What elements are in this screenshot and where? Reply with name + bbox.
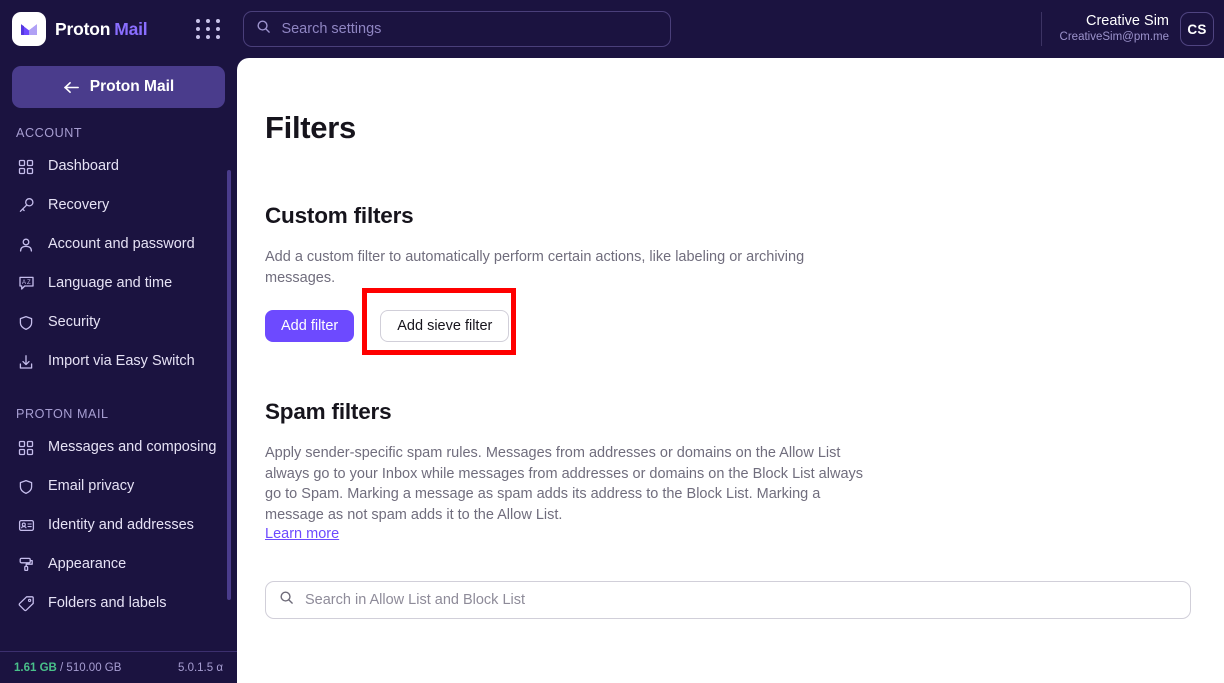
settings-search-box[interactable] xyxy=(243,11,672,47)
sidebar-item-label: Account and password xyxy=(48,236,195,253)
user-email-address: CreativeSim@pm.me xyxy=(1059,31,1169,43)
custom-filters-title: Custom filters xyxy=(265,203,414,228)
shield-icon xyxy=(16,477,36,497)
app-version-label: 5.0.1.5 α xyxy=(177,661,223,674)
custom-filters-section: Custom filters Add a custom filter to au… xyxy=(265,203,1196,355)
key-icon xyxy=(16,196,36,216)
sidebar-item-label: Recovery xyxy=(48,197,110,214)
sidebar-item-account-and-password[interactable]: Account and password xyxy=(0,225,237,264)
learn-more-link[interactable]: Learn more xyxy=(265,526,339,542)
app-grid-icon[interactable] xyxy=(196,19,222,39)
sidebar-item-label: Folders and labels xyxy=(48,595,167,612)
search-icon xyxy=(279,590,294,610)
user-display-name: Creative Sim xyxy=(1086,13,1169,29)
avatar[interactable]: CS xyxy=(1180,12,1214,46)
sidebar-item-recovery[interactable]: Recovery xyxy=(0,186,237,225)
spam-filters-section: Spam filters Apply sender-specific spam … xyxy=(265,399,1196,619)
storage-indicator[interactable]: 1.61 GB / 510.00 GB xyxy=(14,662,121,674)
storage-total-value: / 510.00 GB xyxy=(60,661,122,674)
sidebar-item-language-and-time[interactable]: A Z Language and time xyxy=(0,264,237,303)
sidebar-item-label: Messages and composing xyxy=(48,439,217,456)
proton-mail-envelope-logo xyxy=(12,12,46,46)
add-sieve-filter-button[interactable]: Add sieve filter xyxy=(380,310,510,342)
search-settings-input[interactable] xyxy=(281,21,659,37)
tag-icon xyxy=(16,594,36,614)
allow-block-list-search-box[interactable] xyxy=(265,581,1191,619)
search-icon xyxy=(256,19,271,39)
arrow-left-icon xyxy=(63,80,80,95)
translate-bubble-icon: A Z xyxy=(16,274,36,294)
paint-roller-icon xyxy=(16,555,36,575)
sidebar-item-dashboard[interactable]: Dashboard xyxy=(0,147,237,186)
spam-filters-description: Apply sender-specific spam rules. Messag… xyxy=(265,445,864,523)
person-icon xyxy=(16,235,36,255)
shield-icon xyxy=(16,313,36,333)
sidebar-item-label: Dashboard xyxy=(48,158,119,175)
sidebar-item-messages-and-composing[interactable]: Messages and composing xyxy=(0,428,237,467)
brand-name-mail: Mail xyxy=(114,18,148,39)
sidebar-item-import-via-easy-switch[interactable]: Import via Easy Switch xyxy=(0,342,237,381)
allow-block-list-search-input[interactable] xyxy=(305,592,1177,608)
sidebar-group-title-account: ACCOUNT xyxy=(16,126,83,140)
sidebar-item-folders-and-labels[interactable]: Folders and labels xyxy=(0,584,237,623)
sidebar-footer: 1.61 GB / 510.00 GB 5.0.1.5 α xyxy=(0,651,237,683)
sidebar-item-label: Appearance xyxy=(48,556,127,573)
sidebar-item-label: Security xyxy=(48,314,101,331)
header-divider xyxy=(1040,12,1042,46)
storage-used-value: 1.61 GB xyxy=(14,661,57,674)
sidebar-item-identity-and-addresses[interactable]: Identity and addresses xyxy=(0,506,237,545)
page-title: Filters xyxy=(265,110,356,145)
sidebar-item-email-privacy[interactable]: Email privacy xyxy=(0,467,237,506)
sidebar-item-security[interactable]: Security xyxy=(0,303,237,342)
grid-squares-icon xyxy=(16,438,36,458)
grid-squares-icon xyxy=(16,157,36,177)
sidebar-item-label: Email privacy xyxy=(48,478,135,495)
user-account-area[interactable]: Creative Sim CreativeSim@pm.me CS xyxy=(1040,0,1214,58)
brand-name-proton: Proton xyxy=(55,18,111,39)
proton-settings-window: ProtonMail Creative Sim CreativeSim@pm.m… xyxy=(0,0,1224,683)
sidebar-item-label: Import via Easy Switch xyxy=(48,353,195,370)
sidebar-scrollbar[interactable] xyxy=(227,170,231,600)
import-tray-icon xyxy=(16,352,36,372)
id-card-icon xyxy=(16,516,36,536)
spam-filters-title: Spam filters xyxy=(265,399,392,424)
sidebar-group-title-proton-mail: PROTON MAIL xyxy=(16,407,109,421)
sidebar-item-label: Language and time xyxy=(48,275,173,292)
brand-logo[interactable]: Proton Mail xyxy=(12,12,148,46)
back-to-proton-mail-button[interactable]: Proton Mail xyxy=(12,66,225,108)
settings-content-panel: Filters Custom filters Add a custom filt… xyxy=(237,58,1224,683)
add-filter-button[interactable]: Add filter xyxy=(265,310,355,342)
custom-filters-actions: Add filter Add sieve filter xyxy=(265,288,1196,355)
settings-sidebar: Proton Mail ACCOUNT Dashboard Recovery A… xyxy=(0,58,237,683)
svg-text:Z: Z xyxy=(27,280,31,286)
sidebar-item-label: Identity and addresses xyxy=(48,517,194,534)
sidebar-item-appearance[interactable]: Appearance xyxy=(0,545,237,584)
sidebar-nav: ACCOUNT Dashboard Recovery Account and p… xyxy=(0,108,237,623)
svg-text:A: A xyxy=(22,280,26,286)
top-header-bar: ProtonMail Creative Sim CreativeSim@pm.m… xyxy=(0,0,1224,58)
back-button-label: Proton Mail xyxy=(89,78,175,95)
custom-filters-description: Add a custom filter to automatically per… xyxy=(265,249,805,286)
